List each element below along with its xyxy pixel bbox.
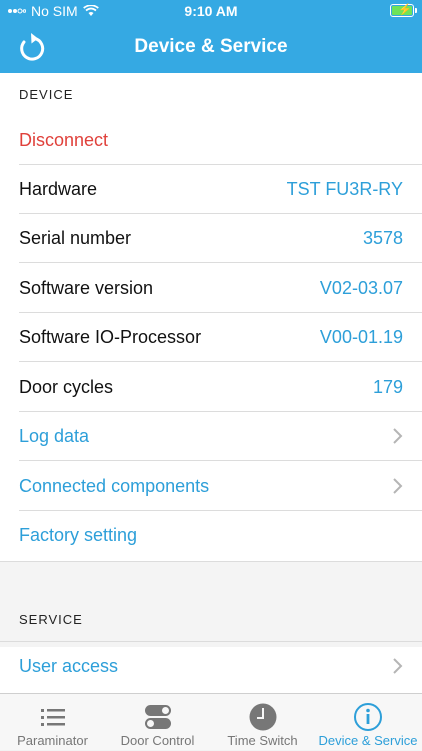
door-cycles-row: Door cycles 179 [0,363,422,412]
hardware-value: TST FU3R-RY [286,179,403,199]
tab-label: Door Control [120,733,195,748]
tab-label: Paraminator [17,733,88,748]
software-version-label: Software version [19,278,154,298]
serial-number-value: 3578 [362,228,403,248]
log-data-row[interactable]: Log data [0,412,422,461]
battery-charging-icon: ⚡ [390,4,417,17]
serial-number-label: Serial number [19,228,132,248]
serial-number-row: Serial number 3578 [0,214,422,263]
tab-bar: Paraminator Door Control Time Switch Dev… [0,693,422,750]
log-data-label: Log data [19,426,90,446]
info-icon [354,703,382,731]
software-io-processor-label: Software IO-Processor [19,327,202,347]
connected-components-label: Connected components [19,476,210,496]
user-access-row[interactable]: User access [0,641,422,691]
software-version-value: V02-03.07 [319,278,403,298]
hardware-label: Hardware [19,179,98,199]
tab-door-control[interactable]: Door Control [105,694,210,751]
section-header-service: SERVICE [19,612,83,627]
chevron-right-icon [393,428,403,444]
factory-setting-row[interactable]: Factory setting [0,511,422,560]
section-spacer: SERVICE [0,561,422,647]
tab-device-service[interactable]: Device & Service [314,694,422,751]
disconnect-label: Disconnect [19,130,109,150]
list-icon [40,709,65,726]
chevron-right-icon [393,478,403,494]
page-title: Device & Service [134,36,288,57]
section-header-device: DEVICE [19,87,74,102]
tab-paraminator[interactable]: Paraminator [0,694,105,751]
tab-label: Device & Service [318,733,418,748]
software-io-processor-value: V00-01.19 [319,327,403,347]
software-version-row: Software version V02-03.07 [0,264,422,313]
status-bar: No SIM 9:10 AM ⚡ [0,0,422,22]
hardware-row: Hardware TST FU3R-RY [0,165,422,214]
chevron-right-icon [393,658,403,674]
factory-setting-label: Factory setting [19,525,138,545]
tab-label: Time Switch [227,733,298,748]
connected-components-row[interactable]: Connected components [0,462,422,511]
disconnect-button[interactable]: Disconnect [0,116,422,165]
door-cycles-value: 179 [372,377,403,397]
clock-icon [249,703,276,731]
user-access-label: User access [19,656,119,676]
software-io-processor-row: Software IO-Processor V00-01.19 [0,313,422,362]
door-cycles-label: Door cycles [19,377,114,397]
toggles-icon [144,705,171,729]
tab-time-switch[interactable]: Time Switch [210,694,315,751]
navigation-bar: Device & Service [0,22,422,73]
settings-list: DEVICE Disconnect Hardware TST FU3R-RY S… [0,73,422,693]
status-time: 9:10 AM [184,3,238,19]
